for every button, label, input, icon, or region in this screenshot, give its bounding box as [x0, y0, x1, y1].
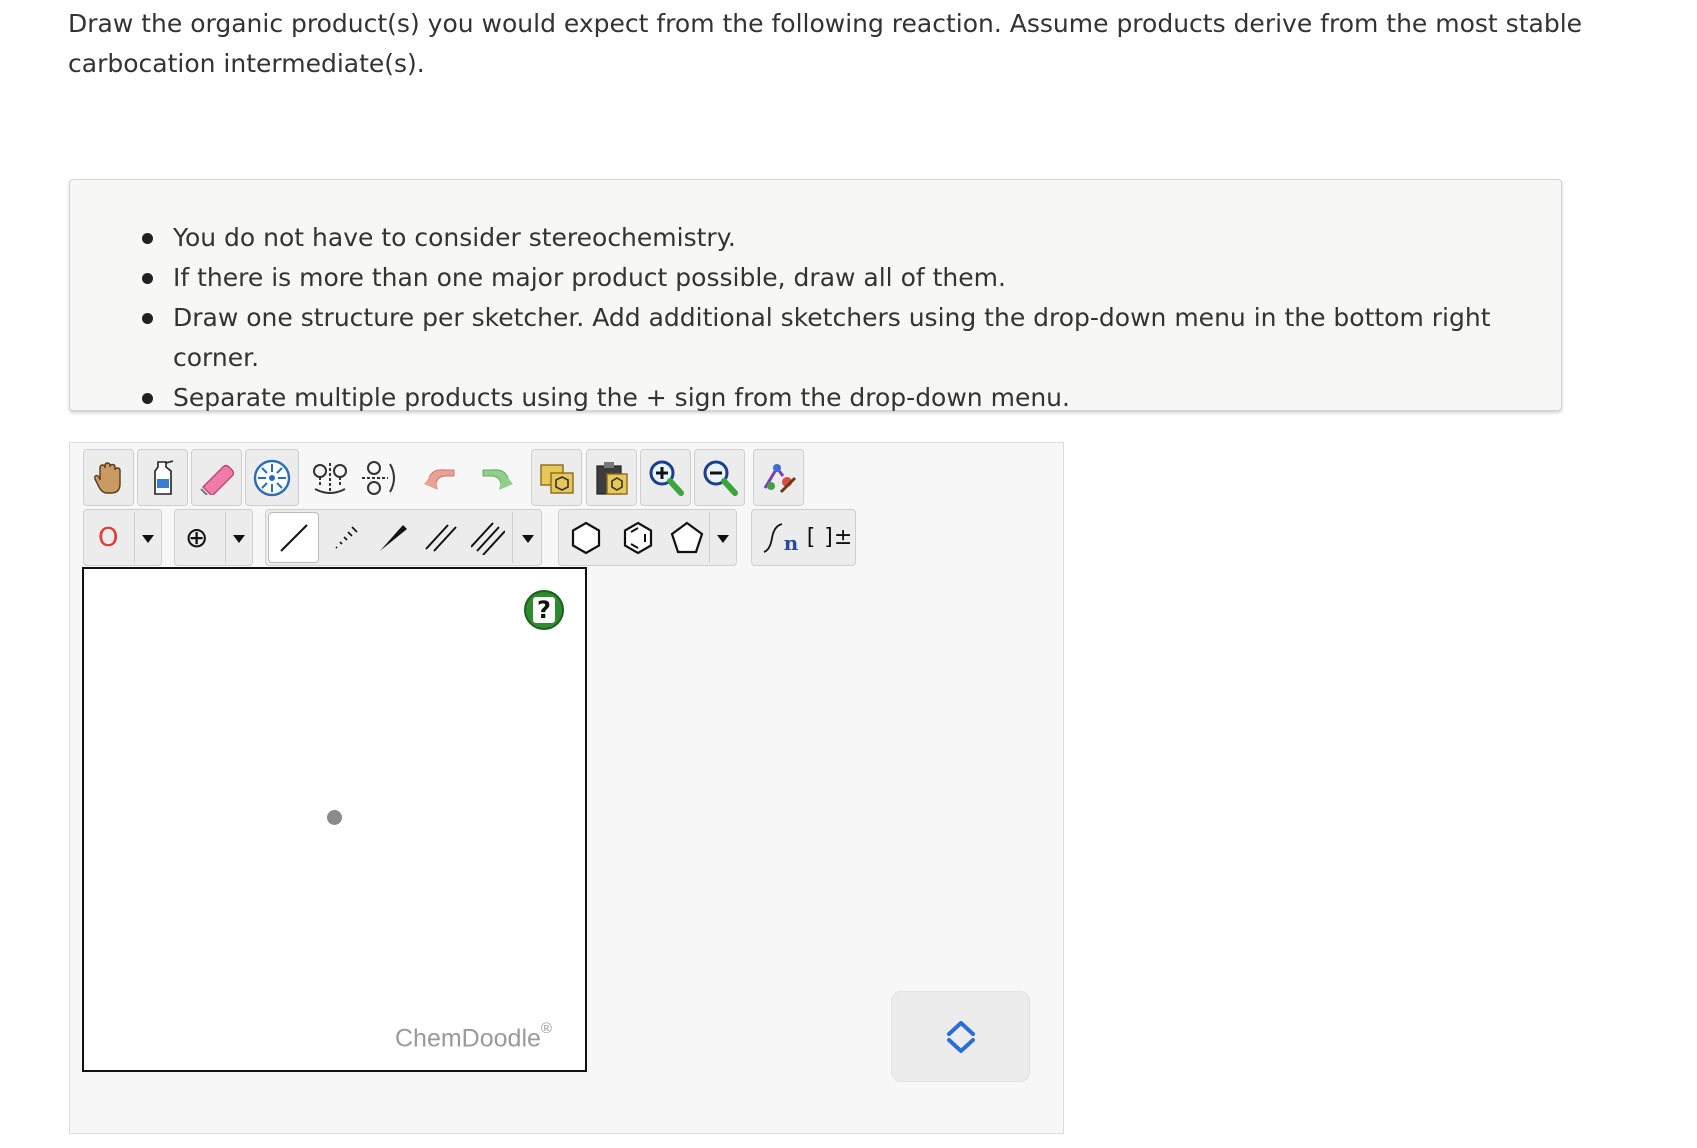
help-icon: ? [533, 597, 555, 623]
single-bond-icon [279, 523, 308, 552]
zoom-in-button[interactable] [640, 449, 691, 506]
redo-icon [482, 468, 513, 490]
benzene-button[interactable] [613, 512, 663, 563]
paste-icon [595, 461, 628, 495]
cyclopentane-button[interactable] [665, 512, 709, 563]
ring-dropdown[interactable] [558, 509, 737, 566]
zoom-out-button[interactable] [694, 449, 745, 506]
clean-button[interactable] [753, 449, 804, 506]
sketcher-options-button[interactable] [891, 991, 1030, 1082]
triple-bond-button[interactable] [465, 512, 511, 563]
bullet-icon [142, 393, 153, 404]
clean-icon [763, 463, 796, 493]
flip-horizontal-button[interactable] [305, 449, 355, 506]
copy-icon [539, 463, 574, 494]
copy-button[interactable] [531, 449, 582, 506]
eraser-icon [199, 464, 234, 495]
hand-pan-button[interactable] [83, 449, 134, 506]
undo-button[interactable] [417, 449, 467, 506]
chevron-down-icon [717, 535, 729, 543]
center-icon [253, 459, 291, 496]
polymer-button[interactable]: n [754, 512, 804, 563]
undo-icon [424, 468, 455, 490]
instruction-item: Separate multiple products using the + s… [136, 378, 1561, 418]
bond-dropdown[interactable] [265, 509, 542, 566]
wedge-bond-icon [380, 524, 407, 551]
single-bond-button[interactable] [268, 512, 319, 563]
atom-dropdown[interactable]: O [83, 509, 162, 566]
eraser-button[interactable] [191, 449, 242, 506]
help-button[interactable]: ? [524, 590, 564, 630]
polymer-bracket-group: n [ ]± [751, 509, 856, 566]
polymer-label: n [783, 530, 799, 555]
zoom-out-icon [703, 460, 738, 496]
clear-button[interactable] [137, 449, 188, 506]
cyclopentane-icon [670, 521, 704, 553]
charge-label: ⊕ [185, 521, 209, 554]
bullet-icon [142, 233, 153, 244]
chevron-down-icon [233, 535, 245, 543]
flip-horizontal-icon [313, 462, 347, 494]
instruction-item: Draw one structure per sketcher. Add add… [136, 298, 1561, 378]
double-bond-button[interactable] [417, 512, 465, 563]
charge-dropdown[interactable]: ⊕ [174, 509, 253, 566]
flip-vertical-icon [362, 460, 395, 495]
chemdoodle-logo: ChemDoodle® [395, 1020, 552, 1053]
polymer-icon [763, 522, 782, 553]
benzene-icon [623, 521, 653, 554]
triple-bond-icon [471, 521, 505, 555]
instruction-item: You do not have to consider stereochemis… [136, 218, 1561, 258]
canvas-atom-dot [327, 810, 342, 825]
redo-button[interactable] [470, 449, 520, 506]
instructions-box: You do not have to consider stereochemis… [69, 179, 1562, 412]
cyclohexane-icon [571, 521, 601, 554]
flip-vertical-button[interactable] [355, 449, 405, 506]
expand-chevrons-icon [946, 1020, 975, 1053]
bracket-charge-button[interactable]: [ ]± [805, 512, 855, 563]
wedge-bond-button[interactable] [369, 512, 417, 563]
instruction-item: If there is more than one major product … [136, 258, 1561, 298]
wedge-hash-bond-button[interactable] [321, 512, 369, 563]
bullet-icon [142, 313, 153, 324]
bracket-label: [ ]± [806, 525, 854, 550]
instructions-list: You do not have to consider stereochemis… [70, 180, 1561, 418]
cyclohexane-button[interactable] [561, 512, 611, 563]
atom-label: O [98, 522, 119, 553]
zoom-in-icon [649, 460, 684, 496]
question-text: Draw the organic product(s) you would ex… [68, 9, 1583, 78]
center-button[interactable] [245, 449, 299, 506]
hand-pan-icon [93, 461, 121, 494]
bullet-icon [142, 273, 153, 284]
hashed-bond-icon [335, 525, 358, 549]
double-bond-icon [425, 523, 457, 552]
chevron-down-icon [142, 535, 154, 543]
paste-button[interactable] [586, 449, 637, 506]
clear-bottle-icon [153, 459, 173, 495]
chevron-down-icon [522, 535, 534, 543]
